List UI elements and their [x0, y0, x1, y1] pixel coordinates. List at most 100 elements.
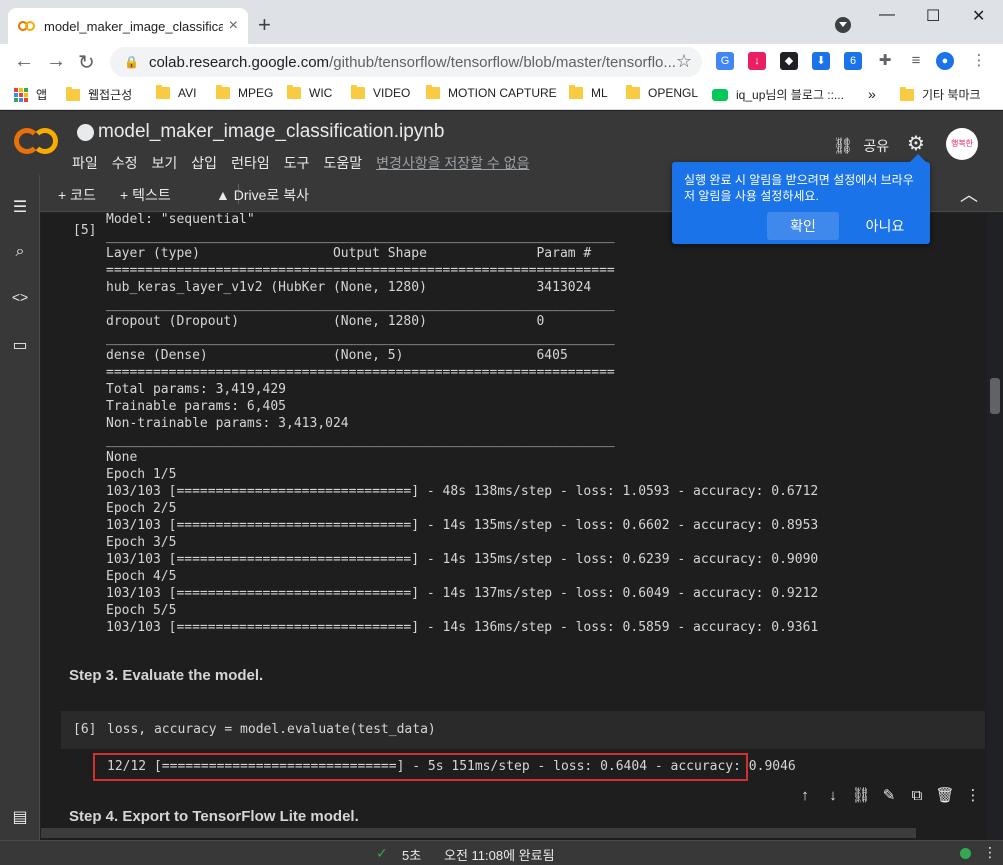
cell-execution-count: [5]: [73, 223, 97, 238]
badge-extension-icon[interactable]: 6: [844, 52, 862, 70]
bookmark-folder[interactable]: ML: [569, 85, 608, 100]
notification-message: 실행 완료 시 알림을 받으려면 설정에서 브라우저 알림을 사용 설정하세요.: [684, 173, 914, 203]
output-line: None: [106, 450, 138, 465]
url-host: colab.research.google.com: [148, 53, 330, 71]
bookmark-folder[interactable]: AVI: [156, 85, 196, 100]
edit-pencil-icon[interactable]: ✎: [879, 786, 899, 804]
bookmark-label: WIC: [309, 86, 333, 100]
share-button[interactable]: ⛓ 공유: [833, 136, 889, 156]
move-down-icon[interactable]: ↓: [823, 787, 843, 804]
tab-search-icon[interactable]: [835, 17, 851, 33]
confirm-button[interactable]: 확인: [767, 212, 839, 240]
window-minimize-button[interactable]: —: [879, 6, 895, 24]
bookmarks-bar: 앱 웹접근성 AVI MPEG WIC VIDEO MOTION CAPTURE…: [0, 80, 1003, 110]
copy-to-drive-button[interactable]: ▲ Drive로 복사: [216, 185, 309, 205]
files-folder-icon[interactable]: ▭: [11, 335, 29, 355]
menu-file[interactable]: 파일: [72, 153, 98, 173]
bookmark-blog[interactable]: iq_up님의 블로그 ::...: [712, 86, 844, 103]
text-cell-heading[interactable]: Step 3. Evaluate the model.: [69, 667, 263, 684]
chrome-menu-icon[interactable]: ⋮: [970, 52, 988, 70]
bookmark-folder[interactable]: MPEG: [216, 85, 273, 100]
colab-favicon-icon: [18, 21, 35, 31]
folder-icon: [900, 86, 914, 101]
add-text-button[interactable]: + 텍스트: [120, 185, 171, 205]
unsaved-changes-link[interactable]: 변경사항을 저장할 수 없음: [376, 153, 529, 173]
delete-trash-icon[interactable]: 🗑: [935, 786, 955, 804]
folder-icon: [287, 85, 301, 99]
profile-icon[interactable]: ●: [936, 52, 954, 70]
browser-tab[interactable]: model_maker_image_classificatio ×: [8, 8, 248, 44]
output-line: Epoch 2/5: [106, 501, 177, 516]
text-cell-heading[interactable]: Step 4. Export to TensorFlow Lite model.: [69, 808, 359, 825]
folder-icon: [569, 85, 583, 99]
search-icon[interactable]: ⌕: [11, 243, 29, 261]
completion-status[interactable]: 오전 11:08에 완료됨: [444, 845, 555, 864]
avatar[interactable]: 행복한: [946, 128, 978, 160]
menu-help[interactable]: 도움말: [323, 153, 362, 173]
check-icon: ✓: [376, 845, 388, 861]
menu-view[interactable]: 보기: [152, 153, 178, 173]
copy-to-drive-label: Drive로 복사: [233, 187, 309, 203]
bookmark-star-icon[interactable]: ☆: [676, 51, 692, 72]
cell-toolbar: ↑ ↓ ⛓ ✎ ⧉ 🗑 ⋮: [787, 783, 983, 807]
output-line: ========================================…: [106, 365, 615, 380]
folder-icon: [626, 85, 640, 99]
menu-insert[interactable]: 삽입: [191, 153, 217, 173]
connected-status-icon[interactable]: [960, 848, 971, 859]
browser-toolbar: ← → ↻ 🔒 colab.research.google.com/github…: [0, 44, 1003, 80]
extension-icon[interactable]: ◆: [780, 52, 798, 70]
apps-grid-icon: [14, 87, 28, 102]
code-snippets-icon[interactable]: <>: [11, 289, 29, 305]
translate-extension-icon[interactable]: G: [716, 52, 734, 70]
mirror-cell-icon[interactable]: ⧉: [907, 787, 927, 804]
download-extension-icon[interactable]: ↓: [748, 52, 766, 70]
code-cell-source[interactable]: loss, accuracy = model.evaluate(test_dat…: [107, 722, 436, 737]
output-line: Non-trainable params: 3,413,024: [106, 416, 349, 431]
execution-duration: 5초: [402, 848, 422, 863]
menu-edit[interactable]: 수정: [112, 153, 138, 173]
bookmark-other-folder[interactable]: 기타 북마크: [900, 86, 981, 103]
colab-logo-icon[interactable]: [14, 128, 58, 156]
table-of-contents-icon[interactable]: ☰: [11, 197, 29, 217]
bookmark-folder[interactable]: OPENGL: [626, 85, 698, 100]
tab-close-icon[interactable]: ×: [229, 17, 238, 35]
add-code-button[interactable]: + 코드: [58, 185, 96, 205]
output-line: ________________________________________…: [106, 229, 615, 244]
output-line: Epoch 5/5: [106, 603, 177, 618]
bookmark-folder[interactable]: WIC: [287, 85, 333, 100]
forward-button[interactable]: →: [46, 50, 66, 73]
browser-tab-strip: model_maker_image_classificatio × + — ☐ …: [0, 0, 1003, 44]
menu-tools[interactable]: 도구: [284, 153, 310, 173]
bookmark-folder[interactable]: 웹접근성: [66, 86, 132, 103]
decline-button[interactable]: 아니요: [852, 212, 918, 240]
address-bar[interactable]: 🔒 colab.research.google.com/github/tenso…: [110, 47, 702, 77]
blog-icon: [712, 88, 728, 101]
output-line: Layer (type) Output Shape Param #: [106, 246, 615, 261]
downloader-extension-icon[interactable]: ⬇: [812, 52, 830, 70]
settings-gear-icon[interactable]: ⚙: [907, 131, 925, 156]
back-button[interactable]: ←: [14, 50, 34, 73]
terminal-keyboard-icon[interactable]: ▤: [11, 807, 29, 827]
code-cell[interactable]: [6] loss, accuracy = model.evaluate(test…: [61, 711, 985, 749]
move-up-icon[interactable]: ↑: [795, 787, 815, 804]
notebook-title[interactable]: model_maker_image_classification.ipynb: [98, 121, 444, 143]
more-options-icon[interactable]: ⋮: [963, 786, 983, 804]
status-more-icon[interactable]: ⋮: [983, 844, 997, 861]
output-line: ________________________________________…: [106, 331, 615, 346]
vertical-scrollbar-thumb[interactable]: [990, 378, 1000, 414]
link-cell-icon[interactable]: ⛓: [851, 786, 871, 804]
bookmark-folder[interactable]: VIDEO: [351, 85, 410, 100]
reload-button[interactable]: ↻: [78, 50, 95, 75]
window-close-button[interactable]: ✕: [972, 6, 985, 26]
folder-icon: [156, 85, 170, 99]
horizontal-scrollbar[interactable]: [41, 828, 916, 838]
bookmarks-overflow-button[interactable]: »: [868, 86, 876, 102]
collapse-header-icon[interactable]: ︿: [960, 181, 978, 207]
bookmark-apps[interactable]: 앱: [14, 86, 47, 103]
bookmark-folder[interactable]: MOTION CAPTURE: [426, 85, 557, 100]
extensions-puzzle-icon[interactable]: ✚: [876, 52, 894, 70]
reading-list-icon[interactable]: ≡: [907, 52, 925, 70]
new-tab-button[interactable]: +: [258, 12, 271, 38]
menu-runtime[interactable]: 런타임: [231, 153, 270, 173]
window-maximize-button[interactable]: ☐: [926, 6, 940, 26]
